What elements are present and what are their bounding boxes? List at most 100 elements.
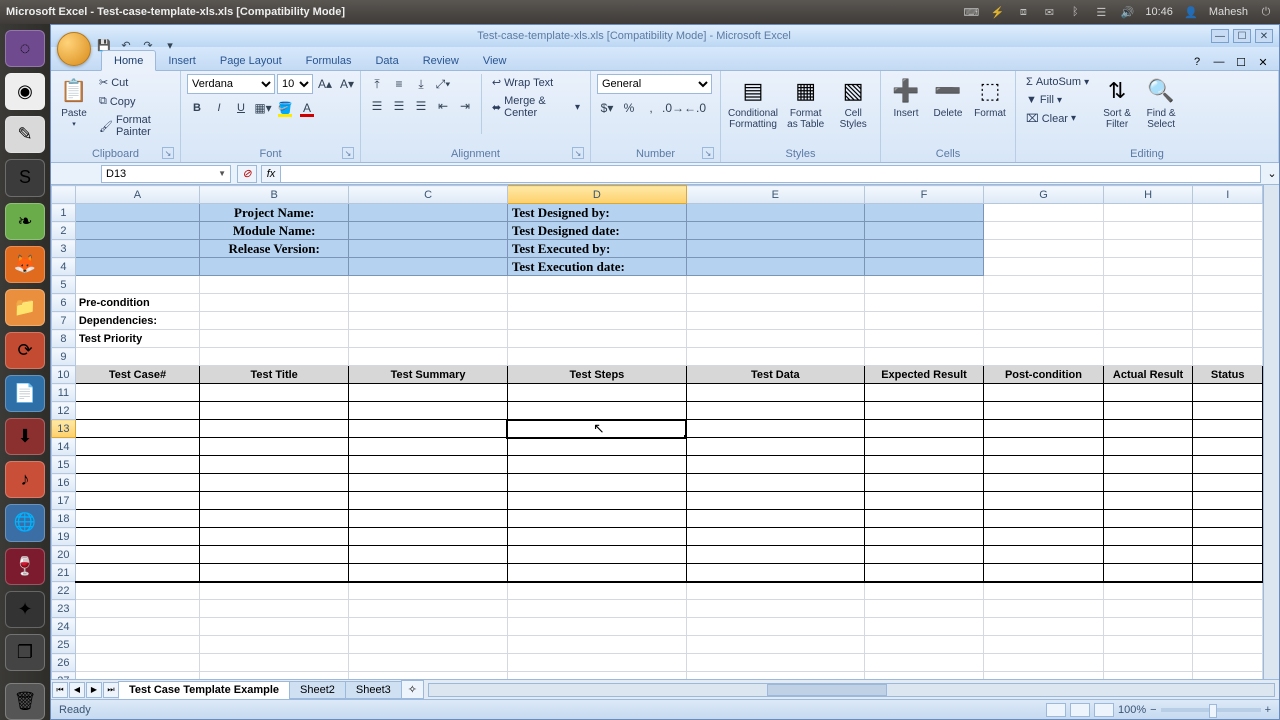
cell-D14[interactable]	[507, 438, 686, 456]
cell-C18[interactable]	[349, 510, 508, 528]
cell-H4[interactable]	[1103, 258, 1193, 276]
cell-A4[interactable]	[75, 258, 199, 276]
indicator-bt-icon[interactable]: ᛒ	[1067, 4, 1083, 20]
font-color-button[interactable]: A	[297, 98, 317, 118]
cell-D8[interactable]	[507, 330, 686, 348]
cell-G1[interactable]	[984, 204, 1103, 222]
cell-I7[interactable]	[1193, 312, 1263, 330]
cell-D17[interactable]	[507, 492, 686, 510]
cell-F21[interactable]	[864, 564, 984, 582]
tab-view[interactable]: View	[471, 51, 519, 70]
cell-C15[interactable]	[349, 456, 508, 474]
cell-A20[interactable]	[75, 546, 199, 564]
col-header-D[interactable]: D	[507, 186, 686, 204]
col-header-C[interactable]: C	[349, 186, 508, 204]
col-header-B[interactable]: B	[200, 186, 349, 204]
tab-home[interactable]: Home	[101, 50, 156, 71]
cell-A21[interactable]	[75, 564, 199, 582]
cell-E7[interactable]	[686, 312, 864, 330]
tab-review[interactable]: Review	[411, 51, 471, 70]
cell-A12[interactable]	[75, 402, 199, 420]
cell-I9[interactable]	[1193, 348, 1263, 366]
cell-G19[interactable]	[984, 528, 1103, 546]
cell-D21[interactable]	[507, 564, 686, 582]
cell-D26[interactable]	[507, 654, 686, 672]
italic-button[interactable]: I	[209, 98, 229, 118]
cell-A25[interactable]	[75, 636, 199, 654]
help-icon[interactable]: ?	[1189, 54, 1205, 70]
cell-I18[interactable]	[1193, 510, 1263, 528]
row-header-2[interactable]: 2	[52, 222, 76, 240]
cell-E8[interactable]	[686, 330, 864, 348]
row-header-24[interactable]: 24	[52, 618, 76, 636]
launcher-dash[interactable]: ◌	[5, 30, 45, 67]
cell-A10[interactable]: Test Case#	[75, 366, 199, 384]
cell-F20[interactable]	[864, 546, 984, 564]
cell-E13[interactable]	[686, 420, 864, 438]
cell-H13[interactable]	[1103, 420, 1193, 438]
cell-G8[interactable]	[984, 330, 1103, 348]
cell-F9[interactable]	[864, 348, 984, 366]
cell-D7[interactable]	[507, 312, 686, 330]
bold-button[interactable]: B	[187, 98, 207, 118]
sheet-nav-next[interactable]: ▶	[86, 682, 102, 698]
cell-G16[interactable]	[984, 474, 1103, 492]
cell-B17[interactable]	[200, 492, 349, 510]
cell-C5[interactable]	[349, 276, 508, 294]
cell-G2[interactable]	[984, 222, 1103, 240]
cell-I15[interactable]	[1193, 456, 1263, 474]
cell-E22[interactable]	[686, 582, 864, 600]
cell-H5[interactable]	[1103, 276, 1193, 294]
name-box[interactable]: D13▼	[101, 165, 231, 183]
row-header-26[interactable]: 26	[52, 654, 76, 672]
cell-G23[interactable]	[984, 600, 1103, 618]
row-header-23[interactable]: 23	[52, 600, 76, 618]
cell-B12[interactable]	[200, 402, 349, 420]
format-painter-button[interactable]: 🖌Format Painter	[95, 112, 174, 140]
cell-A26[interactable]	[75, 654, 199, 672]
cell-G5[interactable]	[984, 276, 1103, 294]
indicator-dropbox-icon[interactable]: ⧈	[1015, 4, 1031, 20]
cell-B8[interactable]	[200, 330, 349, 348]
launcher-colors[interactable]: ✦	[5, 591, 45, 628]
cell-G15[interactable]	[984, 456, 1103, 474]
cell-F23[interactable]	[864, 600, 984, 618]
cell-F27[interactable]	[864, 672, 984, 680]
row-header-22[interactable]: 22	[52, 582, 76, 600]
row-header-18[interactable]: 18	[52, 510, 76, 528]
cell-E16[interactable]	[686, 474, 864, 492]
cell-D19[interactable]	[507, 528, 686, 546]
cell-D2[interactable]: Test Designed date:	[507, 222, 686, 240]
launcher-wine[interactable]: 🍷	[5, 548, 45, 585]
horizontal-scrollbar[interactable]	[428, 683, 1275, 697]
cell-E26[interactable]	[686, 654, 864, 672]
format-cells-button[interactable]: ⬚Format	[971, 74, 1009, 121]
indicator-mail-icon[interactable]: ✉	[1041, 4, 1057, 20]
cell-F18[interactable]	[864, 510, 984, 528]
launcher-update[interactable]: ⟳	[5, 332, 45, 369]
cell-D24[interactable]	[507, 618, 686, 636]
align-left-button[interactable]: ☰	[367, 96, 387, 116]
cell-E20[interactable]	[686, 546, 864, 564]
cell-C16[interactable]	[349, 474, 508, 492]
cell-B7[interactable]	[200, 312, 349, 330]
cell-B10[interactable]: Test Title	[200, 366, 349, 384]
cell-C8[interactable]	[349, 330, 508, 348]
cell-H10[interactable]: Actual Result	[1103, 366, 1193, 384]
dec-indent-button[interactable]: ⇤	[433, 96, 453, 116]
cell-I27[interactable]	[1193, 672, 1263, 680]
row-header-5[interactable]: 5	[52, 276, 76, 294]
cell-styles-button[interactable]: ▧Cell Styles	[832, 74, 874, 132]
cell-F10[interactable]: Expected Result	[864, 366, 984, 384]
cell-D1[interactable]: Test Designed by:	[507, 204, 686, 222]
cell-I20[interactable]	[1193, 546, 1263, 564]
cell-C14[interactable]	[349, 438, 508, 456]
cell-F24[interactable]	[864, 618, 984, 636]
launcher-download[interactable]: ⬇	[5, 418, 45, 455]
tab-page-layout[interactable]: Page Layout	[208, 51, 294, 70]
cell-B3[interactable]: Release Version:	[200, 240, 349, 258]
format-as-table-button[interactable]: ▦Format as Table	[783, 74, 828, 132]
cell-E18[interactable]	[686, 510, 864, 528]
font-dialog-launcher[interactable]: ↘	[342, 147, 354, 159]
clock[interactable]: 10:46	[1145, 6, 1173, 18]
